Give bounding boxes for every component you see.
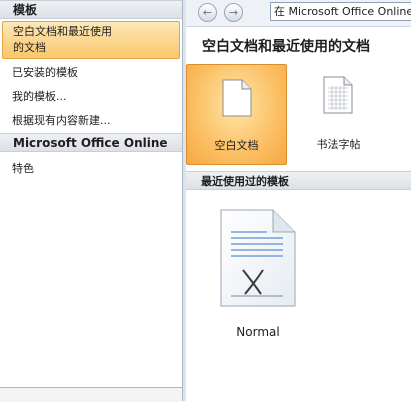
back-arrow-icon[interactable]: ← [198, 3, 217, 22]
tile-blank-document[interactable]: 空白文档 [186, 64, 287, 165]
sidebar-bottom-edge [0, 387, 182, 402]
blank-document-icon [222, 79, 252, 117]
tile-calligraphy[interactable]: 书法字帖 [288, 64, 389, 165]
recent-template-normal[interactable]: Normal [212, 208, 304, 348]
sidebar-item-featured[interactable]: 特色 [0, 160, 182, 177]
sidebar-item-installed-templates[interactable]: 已安装的模板 [0, 64, 182, 81]
template-sidebar: 模板 空白文档和最近使用 的文档 已安装的模板 我的模板... 根据现有内容新建… [0, 0, 183, 402]
sidebar-item-blank-and-recent[interactable]: 空白文档和最近使用 的文档 [2, 21, 180, 59]
page-title: 空白文档和最近使用的文档 [202, 39, 370, 55]
calligraphy-grid-icon [323, 76, 353, 114]
navigation-bar: ← → 在 Microsoft Office Online [186, 0, 411, 27]
normal-template-icon [220, 209, 296, 307]
template-main-pane: ← → 在 Microsoft Office Online 空白文档和最近使用的… [186, 0, 411, 401]
recent-template-label: Normal [236, 325, 280, 339]
tile-label: 书法字帖 [316, 138, 361, 151]
search-online-input[interactable]: 在 Microsoft Office Online [270, 2, 411, 21]
tile-label: 空白文档 [214, 139, 259, 152]
sidebar-item-my-templates[interactable]: 我的模板... [0, 88, 182, 105]
forward-arrow-icon[interactable]: → [224, 3, 243, 22]
sidebar-item-new-from-existing[interactable]: 根据现有内容新建... [0, 112, 182, 129]
sidebar-section-office-online: Microsoft Office Online [0, 133, 182, 152]
recent-templates-header: 最近使用过的模板 [186, 171, 411, 190]
sidebar-section-templates: 模板 [0, 0, 182, 19]
